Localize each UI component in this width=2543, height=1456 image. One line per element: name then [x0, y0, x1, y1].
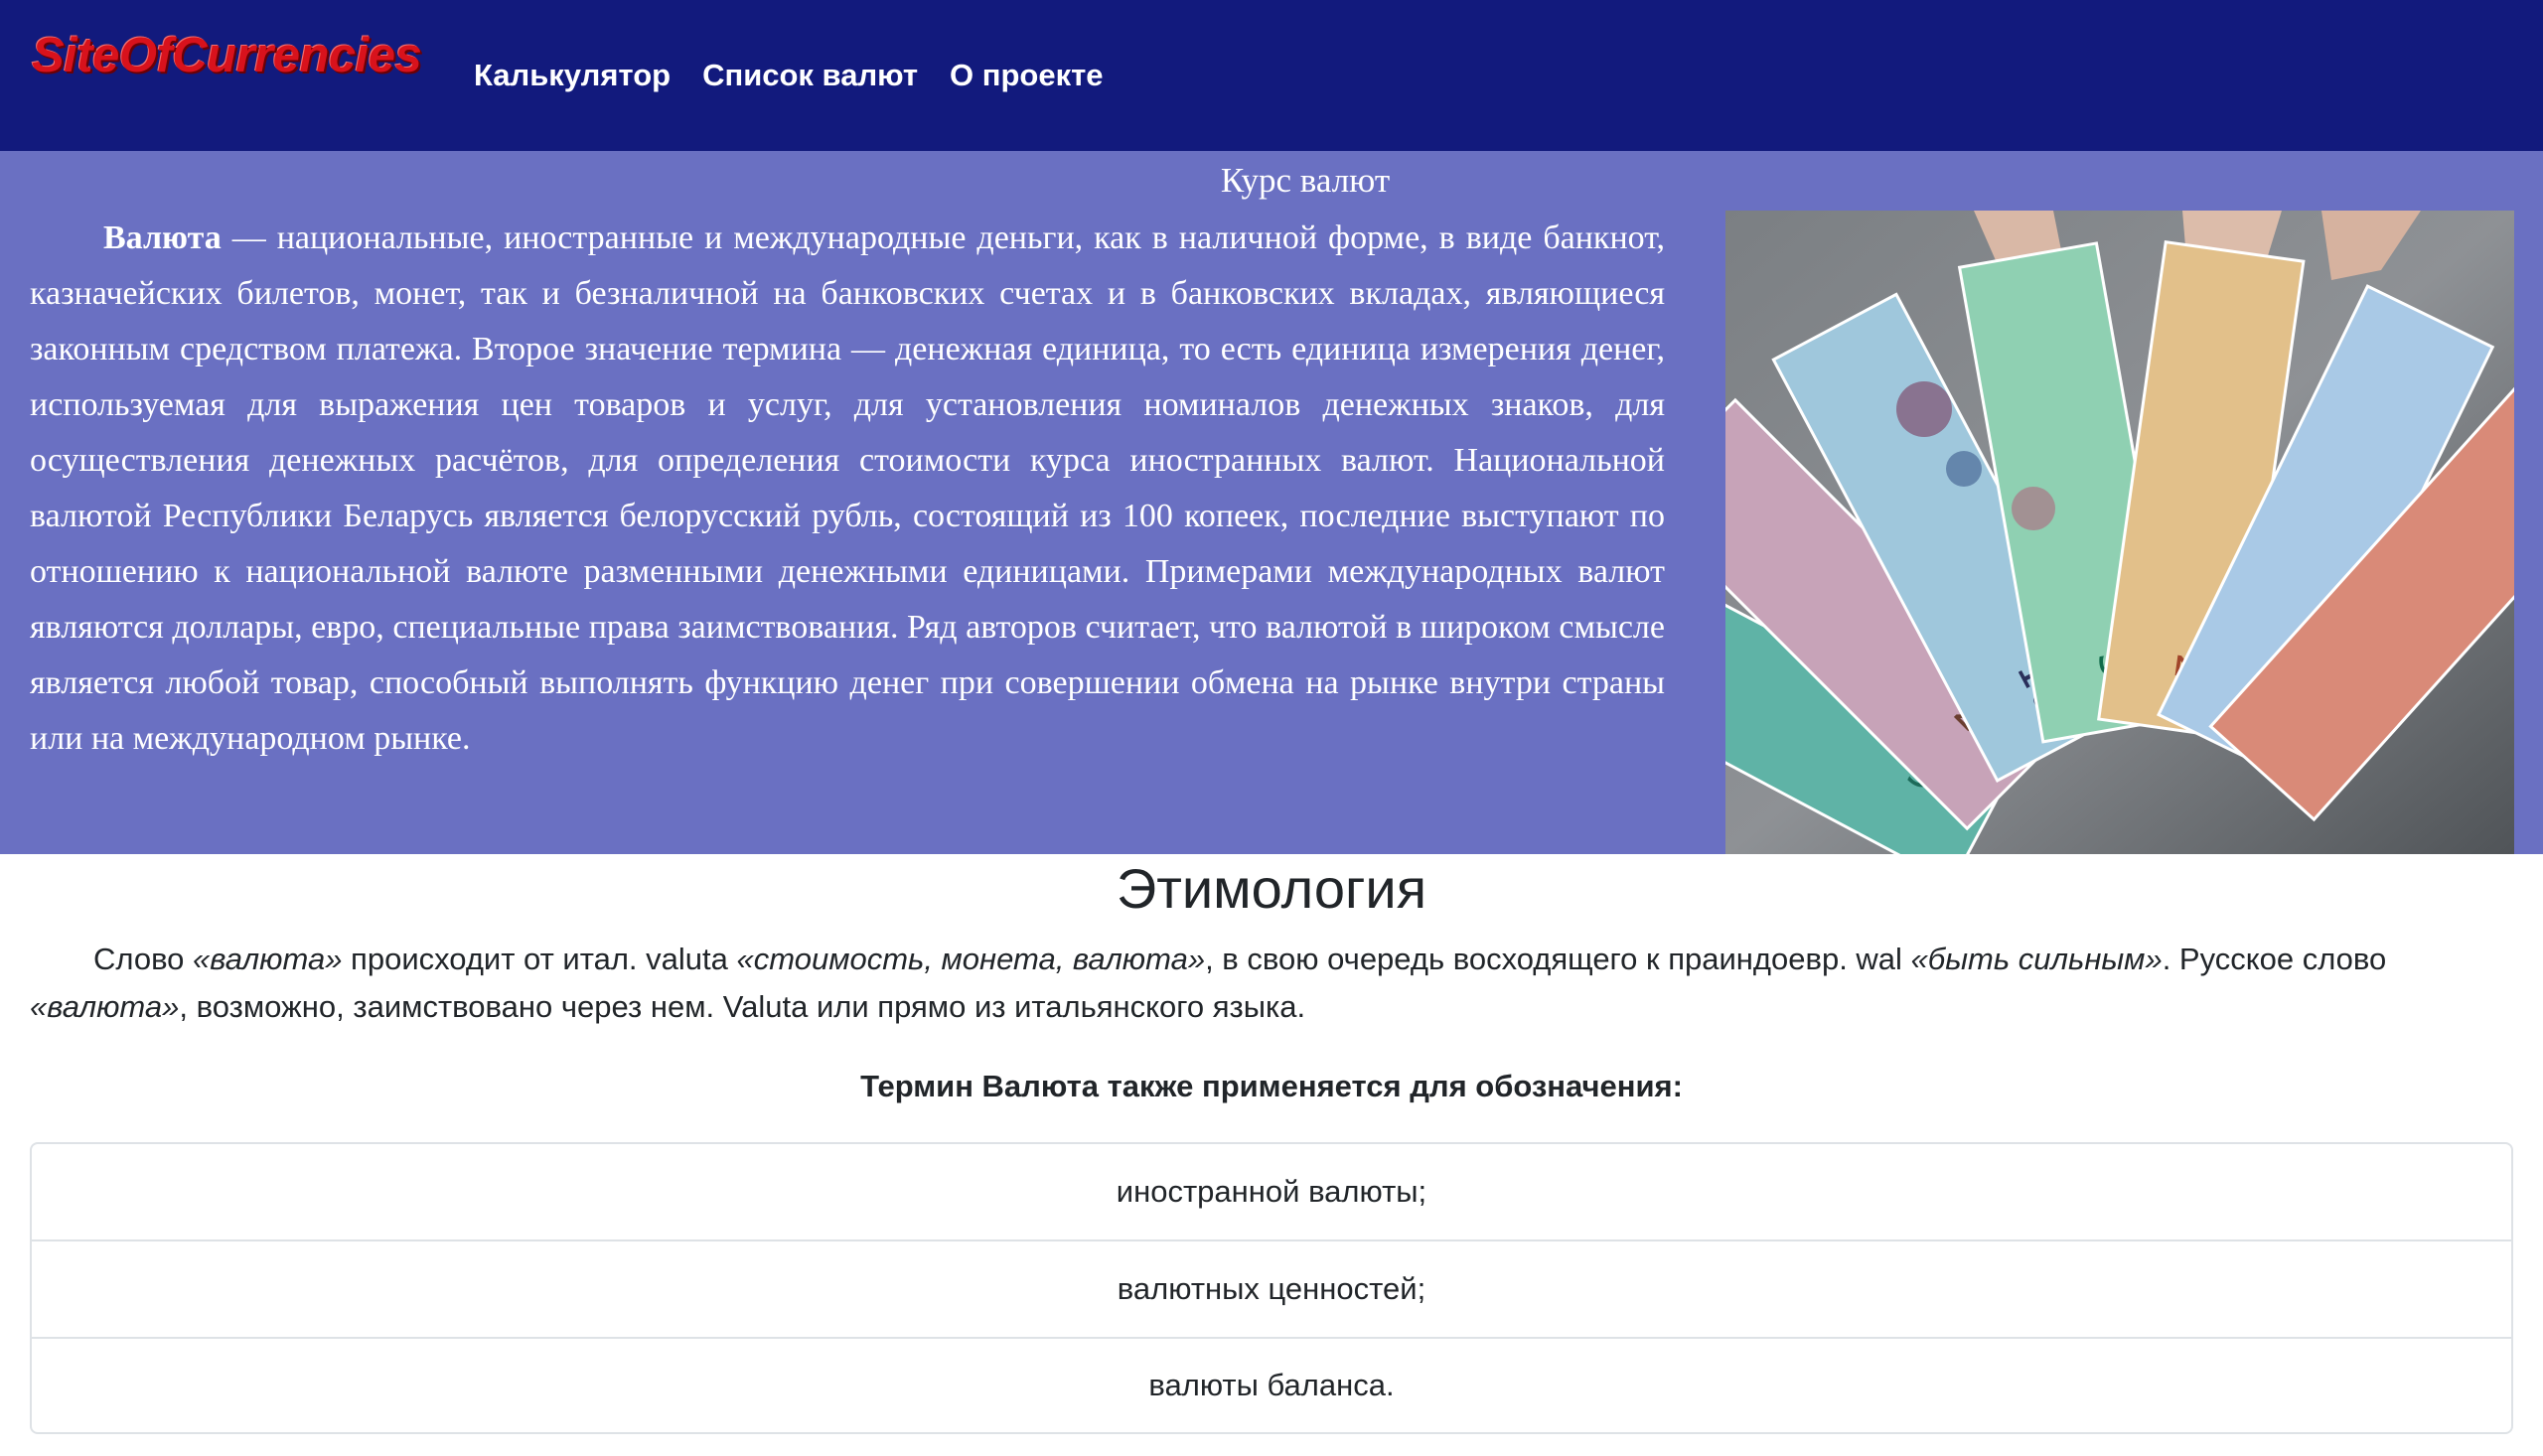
- brand-logo-link[interactable]: SiteOfCurrencies: [32, 28, 422, 83]
- hero-text-body: — национальные, иностранные и международ…: [30, 219, 1665, 757]
- etymology-text-1: Слово: [93, 942, 194, 976]
- etymology-paragraph: Слово «валюта» происходит от итал. valut…: [30, 936, 2513, 1031]
- etymology-text-2: происходит от итал. valuta: [342, 942, 737, 976]
- nav-link-about[interactable]: О проекте: [950, 58, 1104, 93]
- nav-links: Калькулятор Список валют О проекте: [474, 0, 1104, 151]
- etymology-quote-2: «стоимость, монета, валюта»: [736, 942, 1206, 976]
- list-item: валютных ценностей;: [32, 1241, 2511, 1339]
- banknotes-image: 500 200 100 50 20 10: [1725, 211, 2514, 854]
- nav-link-currency-list[interactable]: Список валют: [702, 58, 918, 93]
- etymology-quote-1: «валюта»: [193, 942, 343, 976]
- list-item: иностранной валюты;: [32, 1144, 2511, 1241]
- list-item: валюты баланса.: [1148, 1368, 1395, 1402]
- also-used-heading: Термин Валюта также применяется для обоз…: [860, 1069, 1683, 1103]
- hero-title: Курс валют: [1220, 161, 1391, 200]
- etymology-quote-3: «быть сильным»: [1910, 942, 2163, 976]
- nav-link-calculator[interactable]: Калькулятор: [474, 58, 671, 93]
- usage-list: иностранной валюты; валютных ценностей; …: [30, 1142, 2513, 1434]
- navbar: SiteOfCurrencies Калькулятор Список валю…: [0, 0, 2543, 151]
- etymology-heading: Этимология: [1116, 857, 1427, 920]
- etymology-quote-4: «валюта»: [30, 989, 180, 1024]
- hero-term: Валюта: [103, 219, 222, 256]
- hero-section: Курс валют Валюта — национальные, иностр…: [0, 151, 2543, 854]
- banknotes-illustration: 500 200 100 50 20 10: [1725, 211, 2514, 854]
- etymology-text-5: , возможно, заимствовано через нем. Valu…: [179, 989, 1306, 1024]
- etymology-text-3: , в свою очередь восходящего к праиндоев…: [1205, 942, 1911, 976]
- hero-paragraph: Валюта — национальные, иностранные и меж…: [30, 211, 1665, 767]
- etymology-text-4: . Русское слово: [2162, 942, 2387, 976]
